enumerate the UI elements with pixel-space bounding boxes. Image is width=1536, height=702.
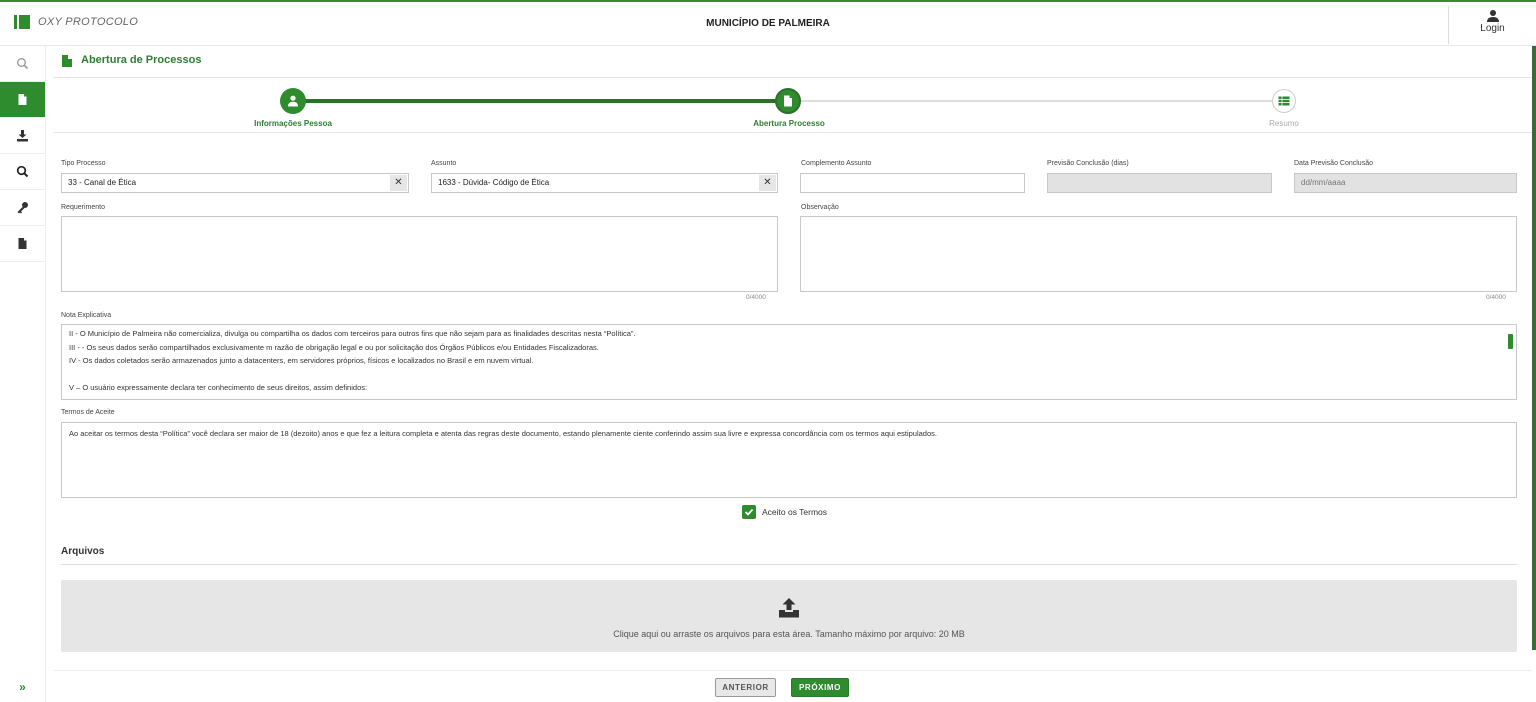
- sidebar-expand-icon[interactable]: »: [0, 680, 45, 694]
- user-icon: [288, 95, 298, 107]
- user-icon: [1486, 10, 1499, 22]
- observacao-textarea[interactable]: [800, 216, 1517, 292]
- termos-text: Ao aceitar os termos desta “Política” vo…: [69, 429, 937, 438]
- termos-label: Termos de Aceite: [61, 409, 115, 416]
- tipo-processo-select[interactable]: 33 - Canal de Ética ✕: [61, 173, 409, 193]
- nota-line: IV - Os dados coletados serão armazenado…: [69, 356, 534, 365]
- sidebar-item-consult[interactable]: [0, 154, 45, 190]
- files-divider: [61, 564, 1517, 565]
- document-icon: [784, 95, 792, 107]
- step-1-label: Informações Pessoa: [254, 119, 332, 128]
- sidebar-item-key[interactable]: [0, 190, 45, 226]
- sidebar-item-download[interactable]: [0, 118, 45, 154]
- table-icon: [1278, 96, 1290, 106]
- sidebar-item-search[interactable]: [0, 46, 45, 82]
- municipality-title: MUNICÍPIO DE PALMEIRA: [706, 18, 830, 29]
- stepper: Informações Pessoa Abertura Processo Res…: [54, 79, 1532, 133]
- stepper-progress-line: [294, 99, 788, 103]
- nota-line: V – O usuário expressamente declara ter …: [69, 383, 368, 392]
- requerimento-label: Requerimento: [61, 204, 105, 211]
- observacao-label: Observação: [801, 204, 839, 211]
- nota-label: Nota Explicativa: [61, 312, 112, 319]
- requerimento-textarea[interactable]: [61, 216, 778, 292]
- document-icon: [62, 55, 72, 67]
- sidebar: »: [0, 46, 46, 702]
- main-content: Abertura de Processos Informações Pessoa…: [54, 46, 1532, 670]
- upload-icon: [779, 598, 799, 618]
- previous-button[interactable]: ANTERIOR: [715, 678, 776, 697]
- check-icon: [744, 508, 754, 516]
- search-icon: [16, 165, 29, 178]
- page-scrollbar[interactable]: [1532, 46, 1536, 650]
- footer: ANTERIOR PRÓXIMO: [54, 670, 1532, 702]
- observacao-counter: 0/4000: [1486, 294, 1506, 301]
- step-2-circle[interactable]: [775, 88, 801, 114]
- complemento-input[interactable]: [800, 173, 1025, 193]
- tipo-processo-clear-icon[interactable]: ✕: [390, 175, 407, 191]
- page-title: Abertura de Processos: [81, 54, 202, 66]
- nota-line: III - - Os seus dados serão compartilhad…: [69, 342, 599, 352]
- document-icon: [18, 94, 27, 105]
- files-title: Arquivos: [61, 546, 105, 557]
- login-label: Login: [1480, 23, 1505, 34]
- download-icon: [17, 130, 28, 142]
- login-button[interactable]: Login: [1448, 6, 1536, 44]
- nota-line: II - O Município de Palmeira não comerci…: [69, 329, 636, 338]
- tipo-processo-value: 33 - Canal de Ética: [68, 178, 137, 187]
- step-1-circle[interactable]: [280, 88, 306, 114]
- sidebar-item-new-process[interactable]: [0, 82, 45, 118]
- previsao-label: Previsão Conclusão (dias): [1047, 160, 1129, 167]
- step-2-label: Abertura Processo: [753, 119, 825, 128]
- accept-terms-label: Aceito os Termos: [762, 507, 828, 517]
- page-header: Abertura de Processos: [54, 46, 1532, 78]
- assunto-value: 1633 - Dúvida- Código de Ética: [438, 178, 550, 187]
- key-icon: [17, 202, 28, 214]
- nota-textarea[interactable]: II - O Município de Palmeira não comerci…: [61, 324, 1517, 400]
- previsao-input: [1047, 173, 1272, 193]
- assunto-clear-icon[interactable]: ✕: [759, 175, 776, 191]
- search-icon: [17, 58, 29, 70]
- step-3-circle[interactable]: [1272, 89, 1296, 113]
- data-previsao-input: dd/mm/aaaa: [1294, 173, 1517, 193]
- requerimento-counter: 0/4000: [746, 294, 766, 301]
- data-previsao-label: Data Previsão Conclusão: [1294, 160, 1373, 167]
- termos-textarea[interactable]: Ao aceitar os termos desta “Política” vo…: [61, 422, 1517, 498]
- step-3-label: Resumo: [1269, 119, 1299, 128]
- dropzone-text: Clique aqui ou arraste os arquivos para …: [613, 629, 965, 639]
- top-bar: OXY PROTOCOLO MUNICÍPIO DE PALMEIRA Logi…: [0, 0, 1536, 46]
- nota-scrollbar[interactable]: [1508, 334, 1513, 349]
- accept-terms-checkbox[interactable]: [742, 505, 756, 519]
- next-button[interactable]: PRÓXIMO: [791, 678, 849, 697]
- file-dropzone[interactable]: Clique aqui ou arraste os arquivos para …: [61, 580, 1517, 652]
- accept-terms[interactable]: Aceito os Termos: [742, 505, 827, 519]
- tipo-processo-label: Tipo Processo: [61, 160, 106, 167]
- assunto-select[interactable]: 1633 - Dúvida- Código de Ética ✕: [431, 173, 778, 193]
- stepper-pending-line: [788, 100, 1284, 102]
- complemento-label: Complemento Assunto: [801, 160, 872, 167]
- nota-line: [69, 368, 1509, 382]
- document-icon: [18, 238, 27, 249]
- assunto-label: Assunto: [431, 160, 457, 167]
- sidebar-item-document[interactable]: [0, 226, 45, 262]
